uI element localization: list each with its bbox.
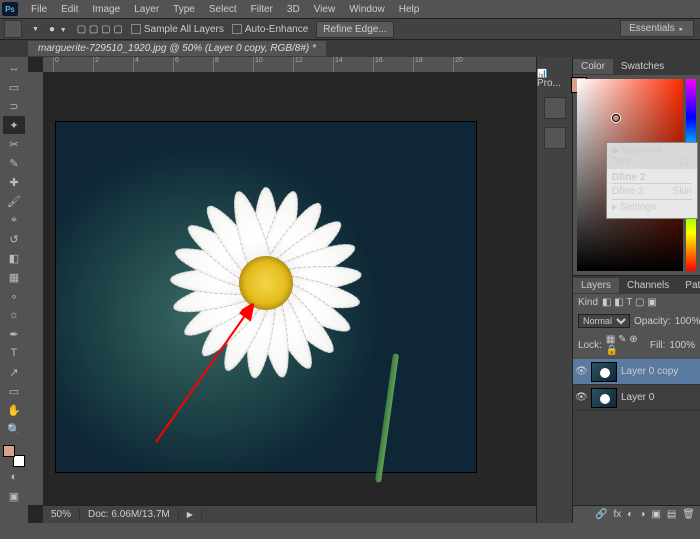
layer-name[interactable]: Layer 0	[621, 392, 654, 403]
color-panel-header: Color Swatches	[573, 57, 700, 75]
zoom-level[interactable]: 50%	[43, 509, 80, 520]
fx-icon[interactable]: fx	[614, 509, 622, 520]
auto-enhance-checkbox[interactable]: Auto-Enhance	[232, 24, 308, 35]
tab-paths[interactable]: Paths	[677, 278, 700, 293]
menu-type[interactable]: Type	[166, 2, 202, 17]
path-tool-icon[interactable]: ↗	[3, 363, 25, 381]
stamp-tool-icon[interactable]: ⌖	[3, 211, 25, 229]
menu-file[interactable]: File	[24, 2, 54, 17]
floating-main[interactable]: Dfine 2	[612, 172, 692, 183]
brush-size-control[interactable]: ● ▼	[49, 24, 69, 35]
adjustment-icon[interactable]: ◑	[639, 509, 645, 520]
eraser-tool-icon[interactable]: ◧	[3, 249, 25, 267]
layer-list: 👁 Layer 0 copy 👁 Layer 0	[573, 359, 700, 505]
menu-3d[interactable]: 3D	[280, 2, 307, 17]
blur-tool-icon[interactable]: ∘	[3, 287, 25, 305]
ruler-vertical	[28, 72, 43, 505]
dock-icon-2[interactable]	[544, 127, 566, 149]
collapsed-panel-dock: 📊 Pro...	[536, 57, 572, 523]
menu-view[interactable]: View	[307, 2, 343, 17]
new-layer-icon[interactable]: ▤	[667, 509, 676, 520]
history-brush-tool-icon[interactable]: ↺	[3, 230, 25, 248]
visibility-icon[interactable]: 👁	[575, 392, 587, 403]
tab-layers[interactable]: Layers	[573, 278, 619, 293]
doc-size: Doc: 6.06M/13.7M	[80, 509, 179, 520]
menu-edit[interactable]: Edit	[54, 2, 85, 17]
app-logo: Ps	[2, 2, 18, 16]
visibility-icon[interactable]: 👁	[575, 366, 587, 377]
color-swatches[interactable]	[3, 445, 25, 467]
menu-image[interactable]: Image	[85, 2, 127, 17]
dock-label[interactable]: 📊 Pro...	[537, 69, 572, 89]
shape-tool-icon[interactable]: ▭	[3, 382, 25, 400]
floating-title: ◆ Selective Tool	[611, 145, 679, 167]
menu-select[interactable]: Select	[202, 2, 244, 17]
fill-label: Fill:	[650, 340, 666, 351]
options-bar: ▼ ● ▼ ▢ ▢ ▢ ▢ Sample All Layers Auto-Enh…	[0, 18, 700, 40]
quick-select-tool-icon[interactable]: ✦	[3, 116, 25, 134]
status-bar: 50% Doc: 6.06M/13.7M ▶	[43, 505, 536, 523]
link-layers-icon[interactable]: 🔗	[595, 509, 607, 520]
dock-icon-1[interactable]	[544, 97, 566, 119]
canvas-area: 0 2 4 6 8 10 12 14 16 18 20	[28, 57, 536, 523]
lasso-tool-icon[interactable]: ⊃	[3, 97, 25, 115]
document-tab[interactable]: marguerite-729510_1920.jpg @ 50% (Layer …	[28, 41, 326, 56]
group-icon[interactable]: ▣	[651, 509, 660, 520]
layer-row[interactable]: 👁 Layer 0 copy	[573, 359, 700, 385]
brush-tool-icon[interactable]: 🖌	[3, 192, 25, 210]
layer-thumbnail[interactable]	[591, 388, 617, 408]
crop-tool-icon[interactable]: ✂	[3, 135, 25, 153]
menu-filter[interactable]: Filter	[244, 2, 280, 17]
brush-mode-icons[interactable]: ▢ ▢ ▢ ▢	[77, 24, 123, 35]
gradient-tool-icon[interactable]: ▦	[3, 268, 25, 286]
heal-tool-icon[interactable]: ✚	[3, 173, 25, 191]
document-tab-bar: marguerite-729510_1920.jpg @ 50% (Layer …	[0, 40, 700, 57]
refine-edge-button[interactable]: Refine Edge...	[316, 21, 393, 38]
eyedropper-tool-icon[interactable]: ✎	[3, 154, 25, 172]
fill-value[interactable]: 100%	[669, 340, 695, 351]
workspace-switcher[interactable]: Essentials ▸	[620, 20, 694, 37]
screenmode-icon[interactable]: ▣	[3, 487, 25, 505]
lock-icons[interactable]: ▦ ✎ ⊕ 🔒	[606, 334, 646, 356]
tab-color[interactable]: Color	[573, 59, 613, 74]
right-panel-group: Color Swatches Layers Channels Paths Kin…	[572, 57, 700, 523]
zoom-tool-icon[interactable]: 🔍	[3, 420, 25, 438]
menu-layer[interactable]: Layer	[127, 2, 166, 17]
dodge-tool-icon[interactable]: ☼	[3, 306, 25, 324]
selective-tool-panel[interactable]: ◆ Selective Tool–▢ Dfine 2 Dfine 2Skin ▸…	[606, 142, 698, 219]
hand-tool-icon[interactable]: ✋	[3, 401, 25, 419]
ruler-horizontal: 0 2 4 6 8 10 12 14 16 18 20	[43, 57, 536, 72]
opacity-value[interactable]: 100%	[675, 316, 700, 327]
annotation-arrow	[56, 122, 476, 472]
color-picker-cursor	[612, 114, 620, 122]
menu-window[interactable]: Window	[342, 2, 392, 17]
statusbar-menu-icon[interactable]: ▶	[179, 510, 202, 519]
layer-row[interactable]: 👁 Layer 0	[573, 385, 700, 411]
blend-mode-select[interactable]: Normal	[578, 314, 630, 328]
menubar: Ps File Edit Image Layer Type Select Fil…	[0, 0, 700, 18]
type-tool-icon[interactable]: T	[3, 344, 25, 362]
layer-name[interactable]: Layer 0 copy	[621, 366, 678, 377]
mask-icon[interactable]: ◐	[627, 509, 633, 520]
opacity-label: Opacity:	[634, 316, 671, 327]
filter-kind-label: Kind	[578, 297, 598, 308]
trash-icon[interactable]: 🗑	[682, 509, 695, 520]
quickmask-icon[interactable]: ◐	[3, 468, 25, 486]
layer-thumbnail[interactable]	[591, 362, 617, 382]
marquee-tool-icon[interactable]: ▭	[3, 78, 25, 96]
lock-label: Lock:	[578, 340, 602, 351]
close-icon[interactable]: –▢	[679, 145, 693, 167]
chevron-down-icon[interactable]: ▼	[30, 26, 41, 33]
active-tool-icon[interactable]	[4, 20, 22, 38]
menu-help[interactable]: Help	[392, 2, 427, 17]
move-tool-icon[interactable]: ↔	[3, 59, 25, 77]
tab-swatches[interactable]: Swatches	[613, 59, 672, 74]
sample-all-layers-checkbox[interactable]: Sample All Layers	[131, 24, 224, 35]
tools-panel: ↔ ▭ ⊃ ✦ ✂ ✎ ✚ 🖌 ⌖ ↺ ◧ ▦ ∘ ☼ ✒ T ↗ ▭ ✋ 🔍 …	[0, 57, 28, 523]
pen-tool-icon[interactable]: ✒	[3, 325, 25, 343]
document-canvas[interactable]	[56, 122, 476, 472]
filter-icons[interactable]: ◧ ◧ T ▢ ▣	[602, 297, 657, 308]
layers-panel: Layers Channels Paths Kind ◧ ◧ T ▢ ▣ Nor…	[573, 275, 700, 523]
tab-channels[interactable]: Channels	[619, 278, 677, 293]
